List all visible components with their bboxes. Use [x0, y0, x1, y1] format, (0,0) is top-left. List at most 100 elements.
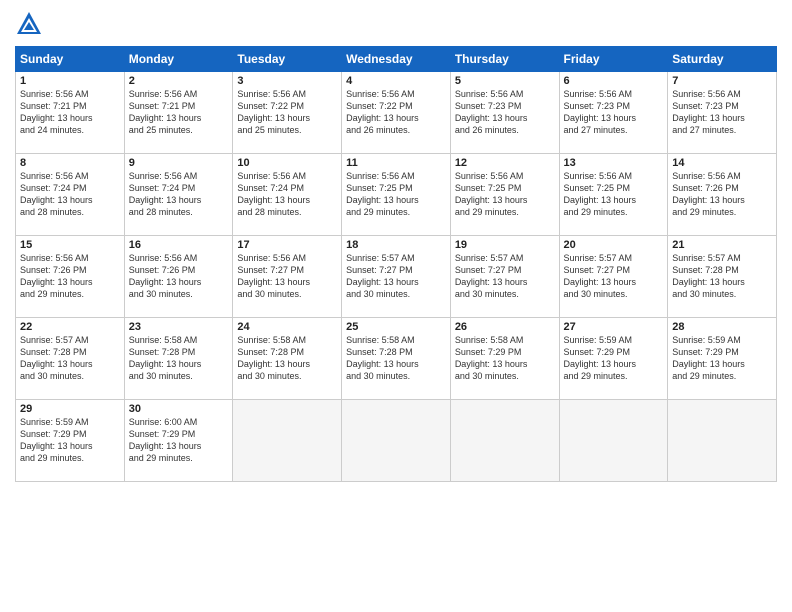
day-number: 1 — [20, 75, 120, 87]
day-cell: 24Sunrise: 5:58 AM Sunset: 7:28 PM Dayli… — [233, 318, 342, 400]
day-cell: 3Sunrise: 5:56 AM Sunset: 7:22 PM Daylig… — [233, 72, 342, 154]
day-cell — [668, 400, 777, 482]
day-number: 10 — [237, 157, 337, 169]
day-number: 15 — [20, 239, 120, 251]
day-info: Sunrise: 5:56 AM Sunset: 7:24 PM Dayligh… — [20, 170, 120, 219]
day-info: Sunrise: 5:56 AM Sunset: 7:26 PM Dayligh… — [129, 252, 229, 301]
day-info: Sunrise: 5:57 AM Sunset: 7:27 PM Dayligh… — [564, 252, 664, 301]
day-number: 5 — [455, 75, 555, 87]
day-cell: 22Sunrise: 5:57 AM Sunset: 7:28 PM Dayli… — [16, 318, 125, 400]
day-cell: 20Sunrise: 5:57 AM Sunset: 7:27 PM Dayli… — [559, 236, 668, 318]
day-cell: 23Sunrise: 5:58 AM Sunset: 7:28 PM Dayli… — [124, 318, 233, 400]
day-cell: 26Sunrise: 5:58 AM Sunset: 7:29 PM Dayli… — [450, 318, 559, 400]
day-number: 7 — [672, 75, 772, 87]
day-cell: 9Sunrise: 5:56 AM Sunset: 7:24 PM Daylig… — [124, 154, 233, 236]
weekday-header-monday: Monday — [124, 47, 233, 72]
day-number: 8 — [20, 157, 120, 169]
day-cell: 14Sunrise: 5:56 AM Sunset: 7:26 PM Dayli… — [668, 154, 777, 236]
day-cell: 10Sunrise: 5:56 AM Sunset: 7:24 PM Dayli… — [233, 154, 342, 236]
day-info: Sunrise: 5:59 AM Sunset: 7:29 PM Dayligh… — [672, 334, 772, 383]
weekday-header-sunday: Sunday — [16, 47, 125, 72]
day-info: Sunrise: 5:58 AM Sunset: 7:28 PM Dayligh… — [346, 334, 446, 383]
day-number: 11 — [346, 157, 446, 169]
day-cell — [559, 400, 668, 482]
day-info: Sunrise: 5:56 AM Sunset: 7:25 PM Dayligh… — [564, 170, 664, 219]
day-number: 26 — [455, 321, 555, 333]
logo-icon — [15, 10, 43, 38]
day-cell: 13Sunrise: 5:56 AM Sunset: 7:25 PM Dayli… — [559, 154, 668, 236]
day-number: 29 — [20, 403, 120, 415]
week-row-2: 8Sunrise: 5:56 AM Sunset: 7:24 PM Daylig… — [16, 154, 777, 236]
day-info: Sunrise: 5:57 AM Sunset: 7:27 PM Dayligh… — [455, 252, 555, 301]
day-number: 19 — [455, 239, 555, 251]
day-info: Sunrise: 5:56 AM Sunset: 7:25 PM Dayligh… — [346, 170, 446, 219]
day-cell: 15Sunrise: 5:56 AM Sunset: 7:26 PM Dayli… — [16, 236, 125, 318]
weekday-header-saturday: Saturday — [668, 47, 777, 72]
day-number: 13 — [564, 157, 664, 169]
week-row-5: 29Sunrise: 5:59 AM Sunset: 7:29 PM Dayli… — [16, 400, 777, 482]
calendar-body: 1Sunrise: 5:56 AM Sunset: 7:21 PM Daylig… — [16, 72, 777, 482]
day-number: 17 — [237, 239, 337, 251]
day-number: 30 — [129, 403, 229, 415]
day-info: Sunrise: 5:56 AM Sunset: 7:22 PM Dayligh… — [237, 88, 337, 137]
day-info: Sunrise: 5:56 AM Sunset: 7:26 PM Dayligh… — [20, 252, 120, 301]
day-cell: 6Sunrise: 5:56 AM Sunset: 7:23 PM Daylig… — [559, 72, 668, 154]
day-number: 25 — [346, 321, 446, 333]
day-info: Sunrise: 6:00 AM Sunset: 7:29 PM Dayligh… — [129, 416, 229, 465]
day-cell: 7Sunrise: 5:56 AM Sunset: 7:23 PM Daylig… — [668, 72, 777, 154]
day-cell: 5Sunrise: 5:56 AM Sunset: 7:23 PM Daylig… — [450, 72, 559, 154]
day-number: 16 — [129, 239, 229, 251]
day-cell: 27Sunrise: 5:59 AM Sunset: 7:29 PM Dayli… — [559, 318, 668, 400]
day-info: Sunrise: 5:56 AM Sunset: 7:21 PM Dayligh… — [20, 88, 120, 137]
day-info: Sunrise: 5:57 AM Sunset: 7:28 PM Dayligh… — [20, 334, 120, 383]
day-cell: 30Sunrise: 6:00 AM Sunset: 7:29 PM Dayli… — [124, 400, 233, 482]
day-info: Sunrise: 5:56 AM Sunset: 7:23 PM Dayligh… — [672, 88, 772, 137]
day-cell: 25Sunrise: 5:58 AM Sunset: 7:28 PM Dayli… — [342, 318, 451, 400]
day-info: Sunrise: 5:56 AM Sunset: 7:24 PM Dayligh… — [237, 170, 337, 219]
day-info: Sunrise: 5:57 AM Sunset: 7:28 PM Dayligh… — [672, 252, 772, 301]
day-cell: 17Sunrise: 5:56 AM Sunset: 7:27 PM Dayli… — [233, 236, 342, 318]
day-number: 22 — [20, 321, 120, 333]
day-info: Sunrise: 5:56 AM Sunset: 7:23 PM Dayligh… — [455, 88, 555, 137]
week-row-1: 1Sunrise: 5:56 AM Sunset: 7:21 PM Daylig… — [16, 72, 777, 154]
day-info: Sunrise: 5:56 AM Sunset: 7:21 PM Dayligh… — [129, 88, 229, 137]
day-cell: 11Sunrise: 5:56 AM Sunset: 7:25 PM Dayli… — [342, 154, 451, 236]
week-row-4: 22Sunrise: 5:57 AM Sunset: 7:28 PM Dayli… — [16, 318, 777, 400]
header — [15, 10, 777, 38]
day-info: Sunrise: 5:58 AM Sunset: 7:28 PM Dayligh… — [237, 334, 337, 383]
day-info: Sunrise: 5:56 AM Sunset: 7:25 PM Dayligh… — [455, 170, 555, 219]
day-cell: 21Sunrise: 5:57 AM Sunset: 7:28 PM Dayli… — [668, 236, 777, 318]
day-cell: 8Sunrise: 5:56 AM Sunset: 7:24 PM Daylig… — [16, 154, 125, 236]
day-info: Sunrise: 5:58 AM Sunset: 7:28 PM Dayligh… — [129, 334, 229, 383]
day-number: 9 — [129, 157, 229, 169]
day-info: Sunrise: 5:56 AM Sunset: 7:26 PM Dayligh… — [672, 170, 772, 219]
day-info: Sunrise: 5:56 AM Sunset: 7:27 PM Dayligh… — [237, 252, 337, 301]
day-number: 2 — [129, 75, 229, 87]
week-row-3: 15Sunrise: 5:56 AM Sunset: 7:26 PM Dayli… — [16, 236, 777, 318]
day-cell — [233, 400, 342, 482]
day-cell: 18Sunrise: 5:57 AM Sunset: 7:27 PM Dayli… — [342, 236, 451, 318]
day-info: Sunrise: 5:59 AM Sunset: 7:29 PM Dayligh… — [20, 416, 120, 465]
weekday-header-friday: Friday — [559, 47, 668, 72]
weekday-header-tuesday: Tuesday — [233, 47, 342, 72]
day-number: 12 — [455, 157, 555, 169]
day-cell: 1Sunrise: 5:56 AM Sunset: 7:21 PM Daylig… — [16, 72, 125, 154]
day-info: Sunrise: 5:56 AM Sunset: 7:22 PM Dayligh… — [346, 88, 446, 137]
day-info: Sunrise: 5:56 AM Sunset: 7:24 PM Dayligh… — [129, 170, 229, 219]
weekday-header-thursday: Thursday — [450, 47, 559, 72]
day-cell: 19Sunrise: 5:57 AM Sunset: 7:27 PM Dayli… — [450, 236, 559, 318]
day-cell — [342, 400, 451, 482]
day-info: Sunrise: 5:56 AM Sunset: 7:23 PM Dayligh… — [564, 88, 664, 137]
day-cell: 16Sunrise: 5:56 AM Sunset: 7:26 PM Dayli… — [124, 236, 233, 318]
day-cell: 12Sunrise: 5:56 AM Sunset: 7:25 PM Dayli… — [450, 154, 559, 236]
day-number: 6 — [564, 75, 664, 87]
day-cell: 28Sunrise: 5:59 AM Sunset: 7:29 PM Dayli… — [668, 318, 777, 400]
weekday-row: SundayMondayTuesdayWednesdayThursdayFrid… — [16, 47, 777, 72]
calendar-header: SundayMondayTuesdayWednesdayThursdayFrid… — [16, 47, 777, 72]
day-info: Sunrise: 5:59 AM Sunset: 7:29 PM Dayligh… — [564, 334, 664, 383]
day-number: 18 — [346, 239, 446, 251]
day-number: 4 — [346, 75, 446, 87]
calendar-table: SundayMondayTuesdayWednesdayThursdayFrid… — [15, 46, 777, 482]
page: SundayMondayTuesdayWednesdayThursdayFrid… — [0, 0, 792, 612]
day-info: Sunrise: 5:58 AM Sunset: 7:29 PM Dayligh… — [455, 334, 555, 383]
